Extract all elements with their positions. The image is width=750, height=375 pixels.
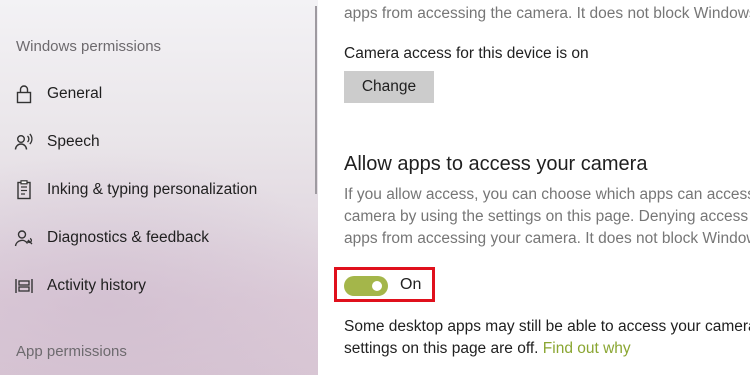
lock-icon — [14, 84, 34, 104]
sidebar-item-label: Diagnostics & feedback — [47, 229, 209, 246]
sidebar-item-inking-typing[interactable]: Inking & typing personalization — [0, 170, 312, 210]
find-out-why-link[interactable]: Find out why — [543, 340, 631, 357]
toggle-state-label: On — [400, 276, 422, 293]
allow-apps-description-line: If you allow access, you can choose whic… — [344, 186, 750, 203]
allow-apps-description-line: apps from accessing your camera. It does… — [344, 230, 750, 247]
toggle-knob — [372, 281, 382, 291]
device-access-status: Camera access for this device is on — [344, 45, 589, 62]
activity-history-icon — [14, 276, 34, 296]
sidebar: Windows permissions General Speech Inkin… — [0, 0, 318, 375]
sidebar-item-label: Speech — [47, 133, 100, 150]
app-permissions-header: App permissions — [16, 343, 127, 360]
sidebar-item-label: Inking & typing personalization — [47, 181, 258, 198]
top-partial-text: apps from accessing the camera. It does … — [344, 5, 750, 22]
allow-apps-description-line: camera by using the settings on this pag… — [344, 208, 750, 225]
sidebar-item-diagnostics[interactable]: Diagnostics & feedback — [0, 218, 312, 258]
sidebar-item-activity-history[interactable]: Activity history — [0, 266, 312, 306]
desktop-apps-note-line2: settings on this page are off. Find out … — [344, 340, 631, 358]
allow-apps-heading: Allow apps to access your camera — [344, 153, 648, 175]
camera-access-toggle[interactable] — [344, 276, 388, 296]
sidebar-scrollbar[interactable] — [315, 6, 317, 194]
sidebar-item-speech[interactable]: Speech — [0, 122, 312, 162]
desktop-apps-note-text: settings on this page are off. — [344, 340, 539, 357]
speech-icon — [14, 132, 34, 152]
diagnostics-icon — [14, 228, 34, 248]
main-content: apps from accessing the camera. It does … — [318, 0, 750, 375]
inking-icon — [14, 180, 34, 200]
sidebar-item-label: General — [47, 85, 103, 102]
sidebar-item-general[interactable]: General — [0, 74, 312, 114]
windows-permissions-header: Windows permissions — [16, 38, 162, 55]
change-button[interactable]: Change — [344, 71, 434, 103]
desktop-apps-note-line: Some desktop apps may still be able to a… — [344, 318, 750, 335]
sidebar-item-label: Activity history — [47, 277, 147, 294]
